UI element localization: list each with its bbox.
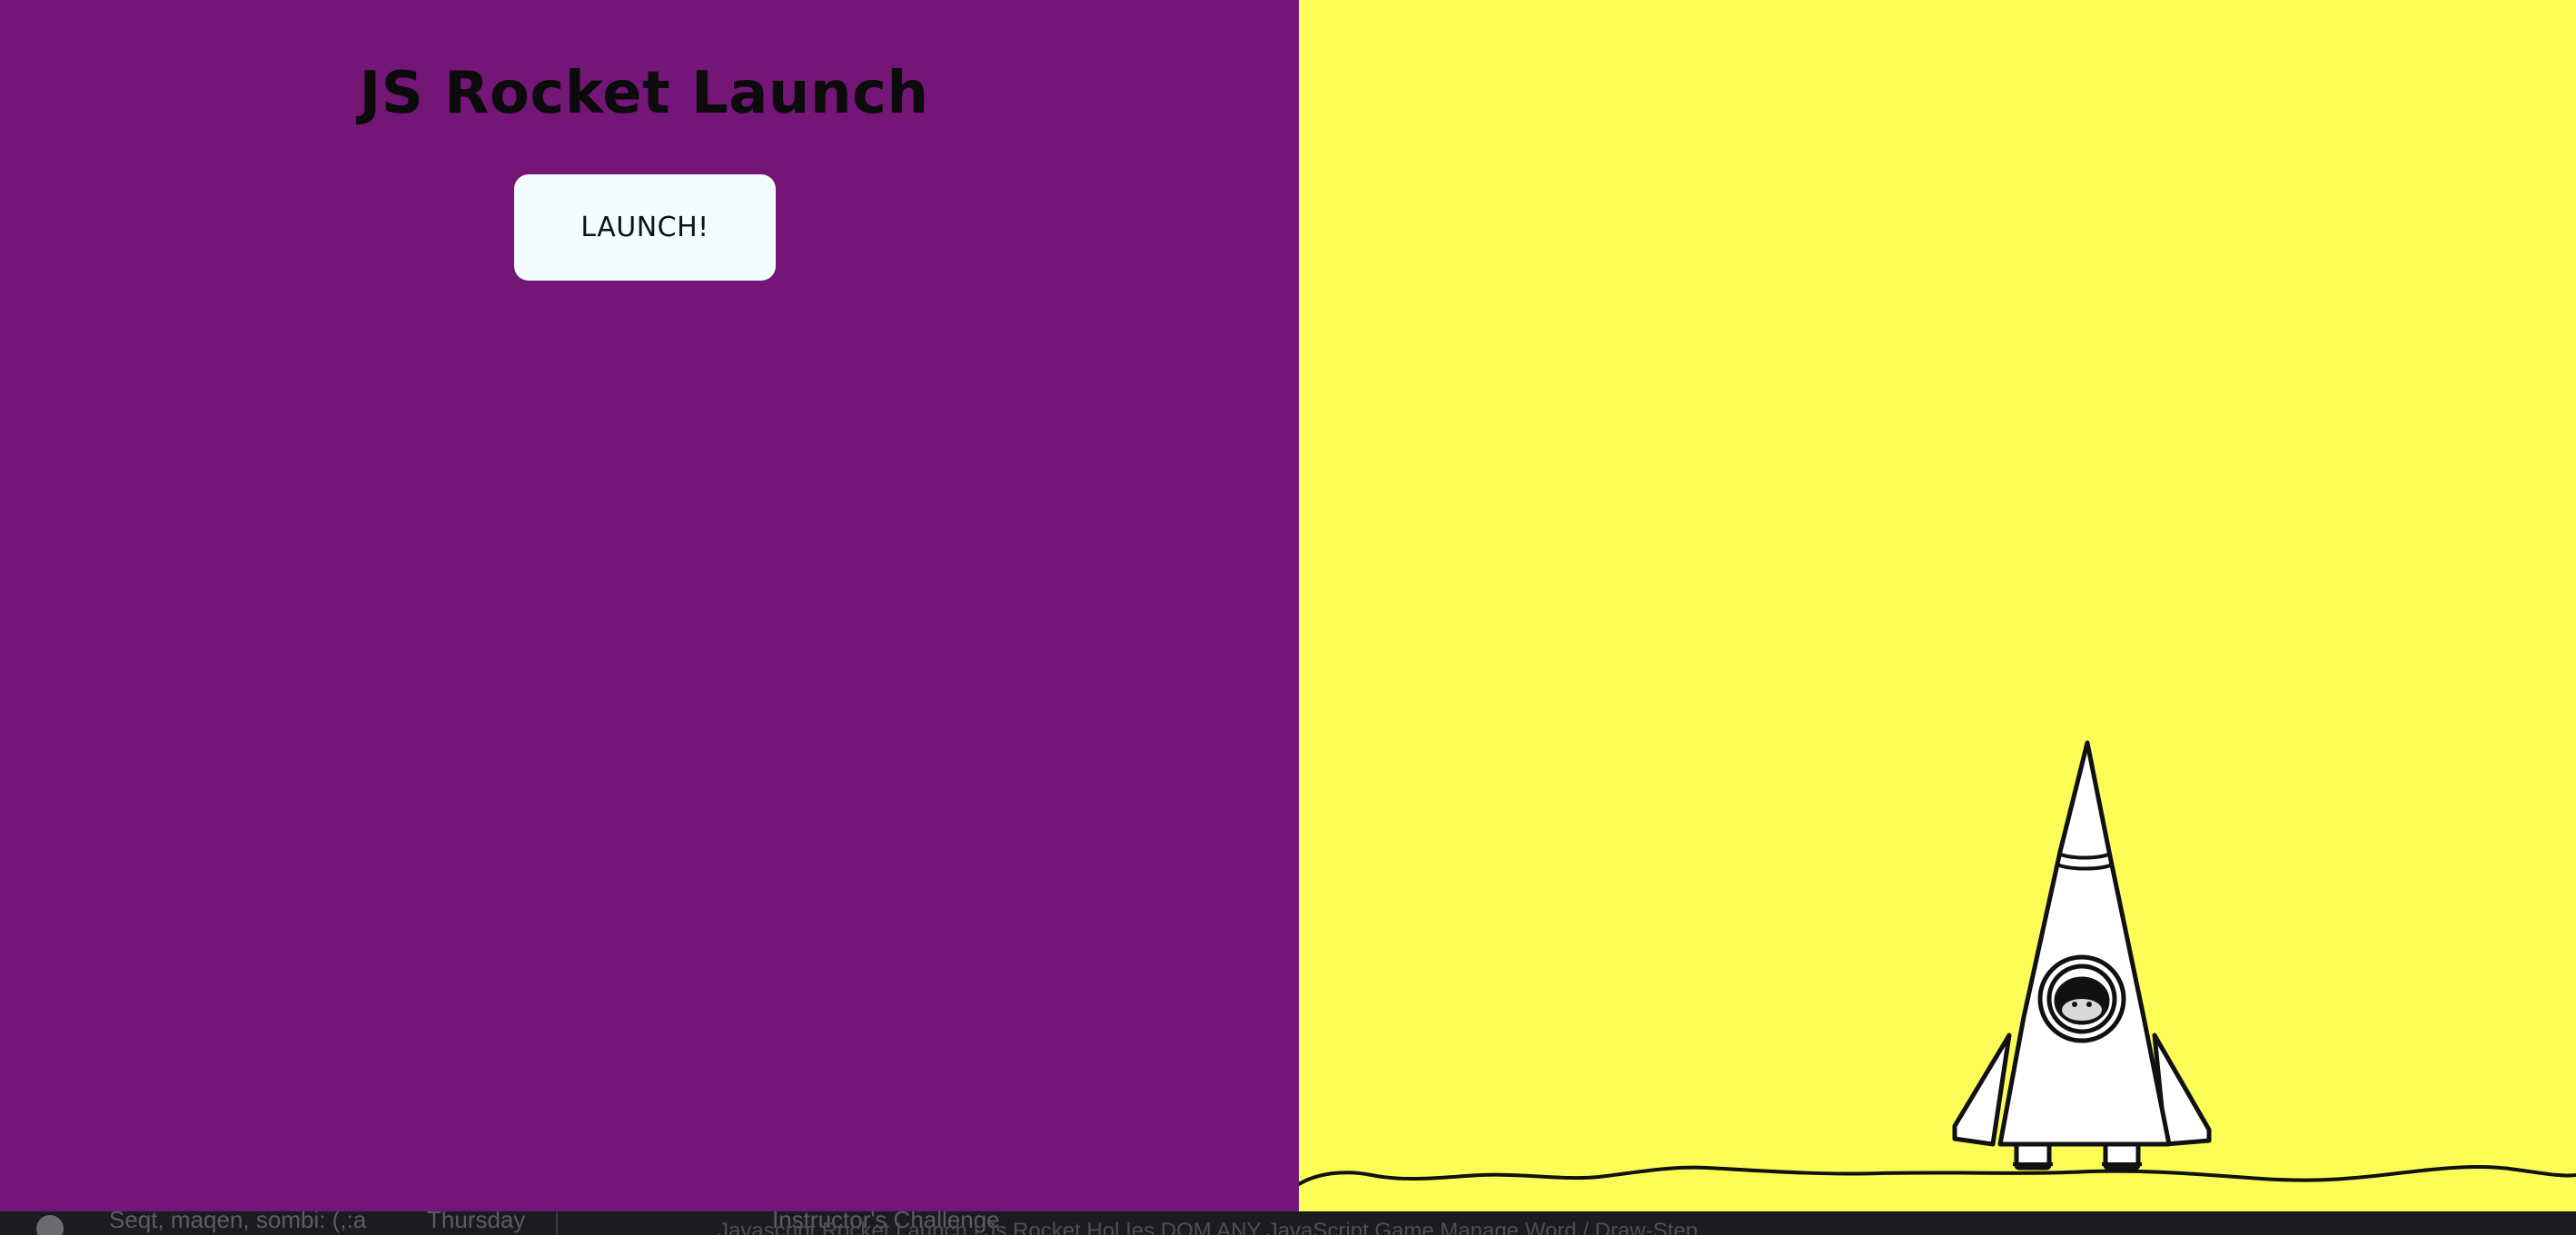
ground-line-icon [1299, 1165, 2576, 1211]
taskbar-item-4[interactable]: Javascript Rocket Launch | Js Rocket Hol… [718, 1219, 1698, 1235]
scene-canvas [1299, 740, 2576, 1211]
page-title: JS Rocket Launch [359, 60, 929, 127]
app-window: JS Rocket Launch LAUNCH! Seqt, maqen, so… [0, 0, 2576, 1235]
control-panel: JS Rocket Launch LAUNCH! [0, 0, 1299, 1211]
taskbar: Seqt, maqen, sombi: (,:a Thursday Instru… [0, 1211, 2576, 1235]
taskbar-item-1[interactable]: Seqt, maqen, sombi: (,:a [109, 1211, 366, 1234]
rocket-icon [1952, 740, 2212, 1171]
launch-button[interactable]: LAUNCH! [514, 174, 776, 281]
avatar[interactable] [36, 1215, 64, 1235]
taskbar-separator [556, 1211, 558, 1235]
launch-scene [1299, 0, 2576, 1211]
taskbar-item-2[interactable]: Thursday [427, 1211, 525, 1234]
